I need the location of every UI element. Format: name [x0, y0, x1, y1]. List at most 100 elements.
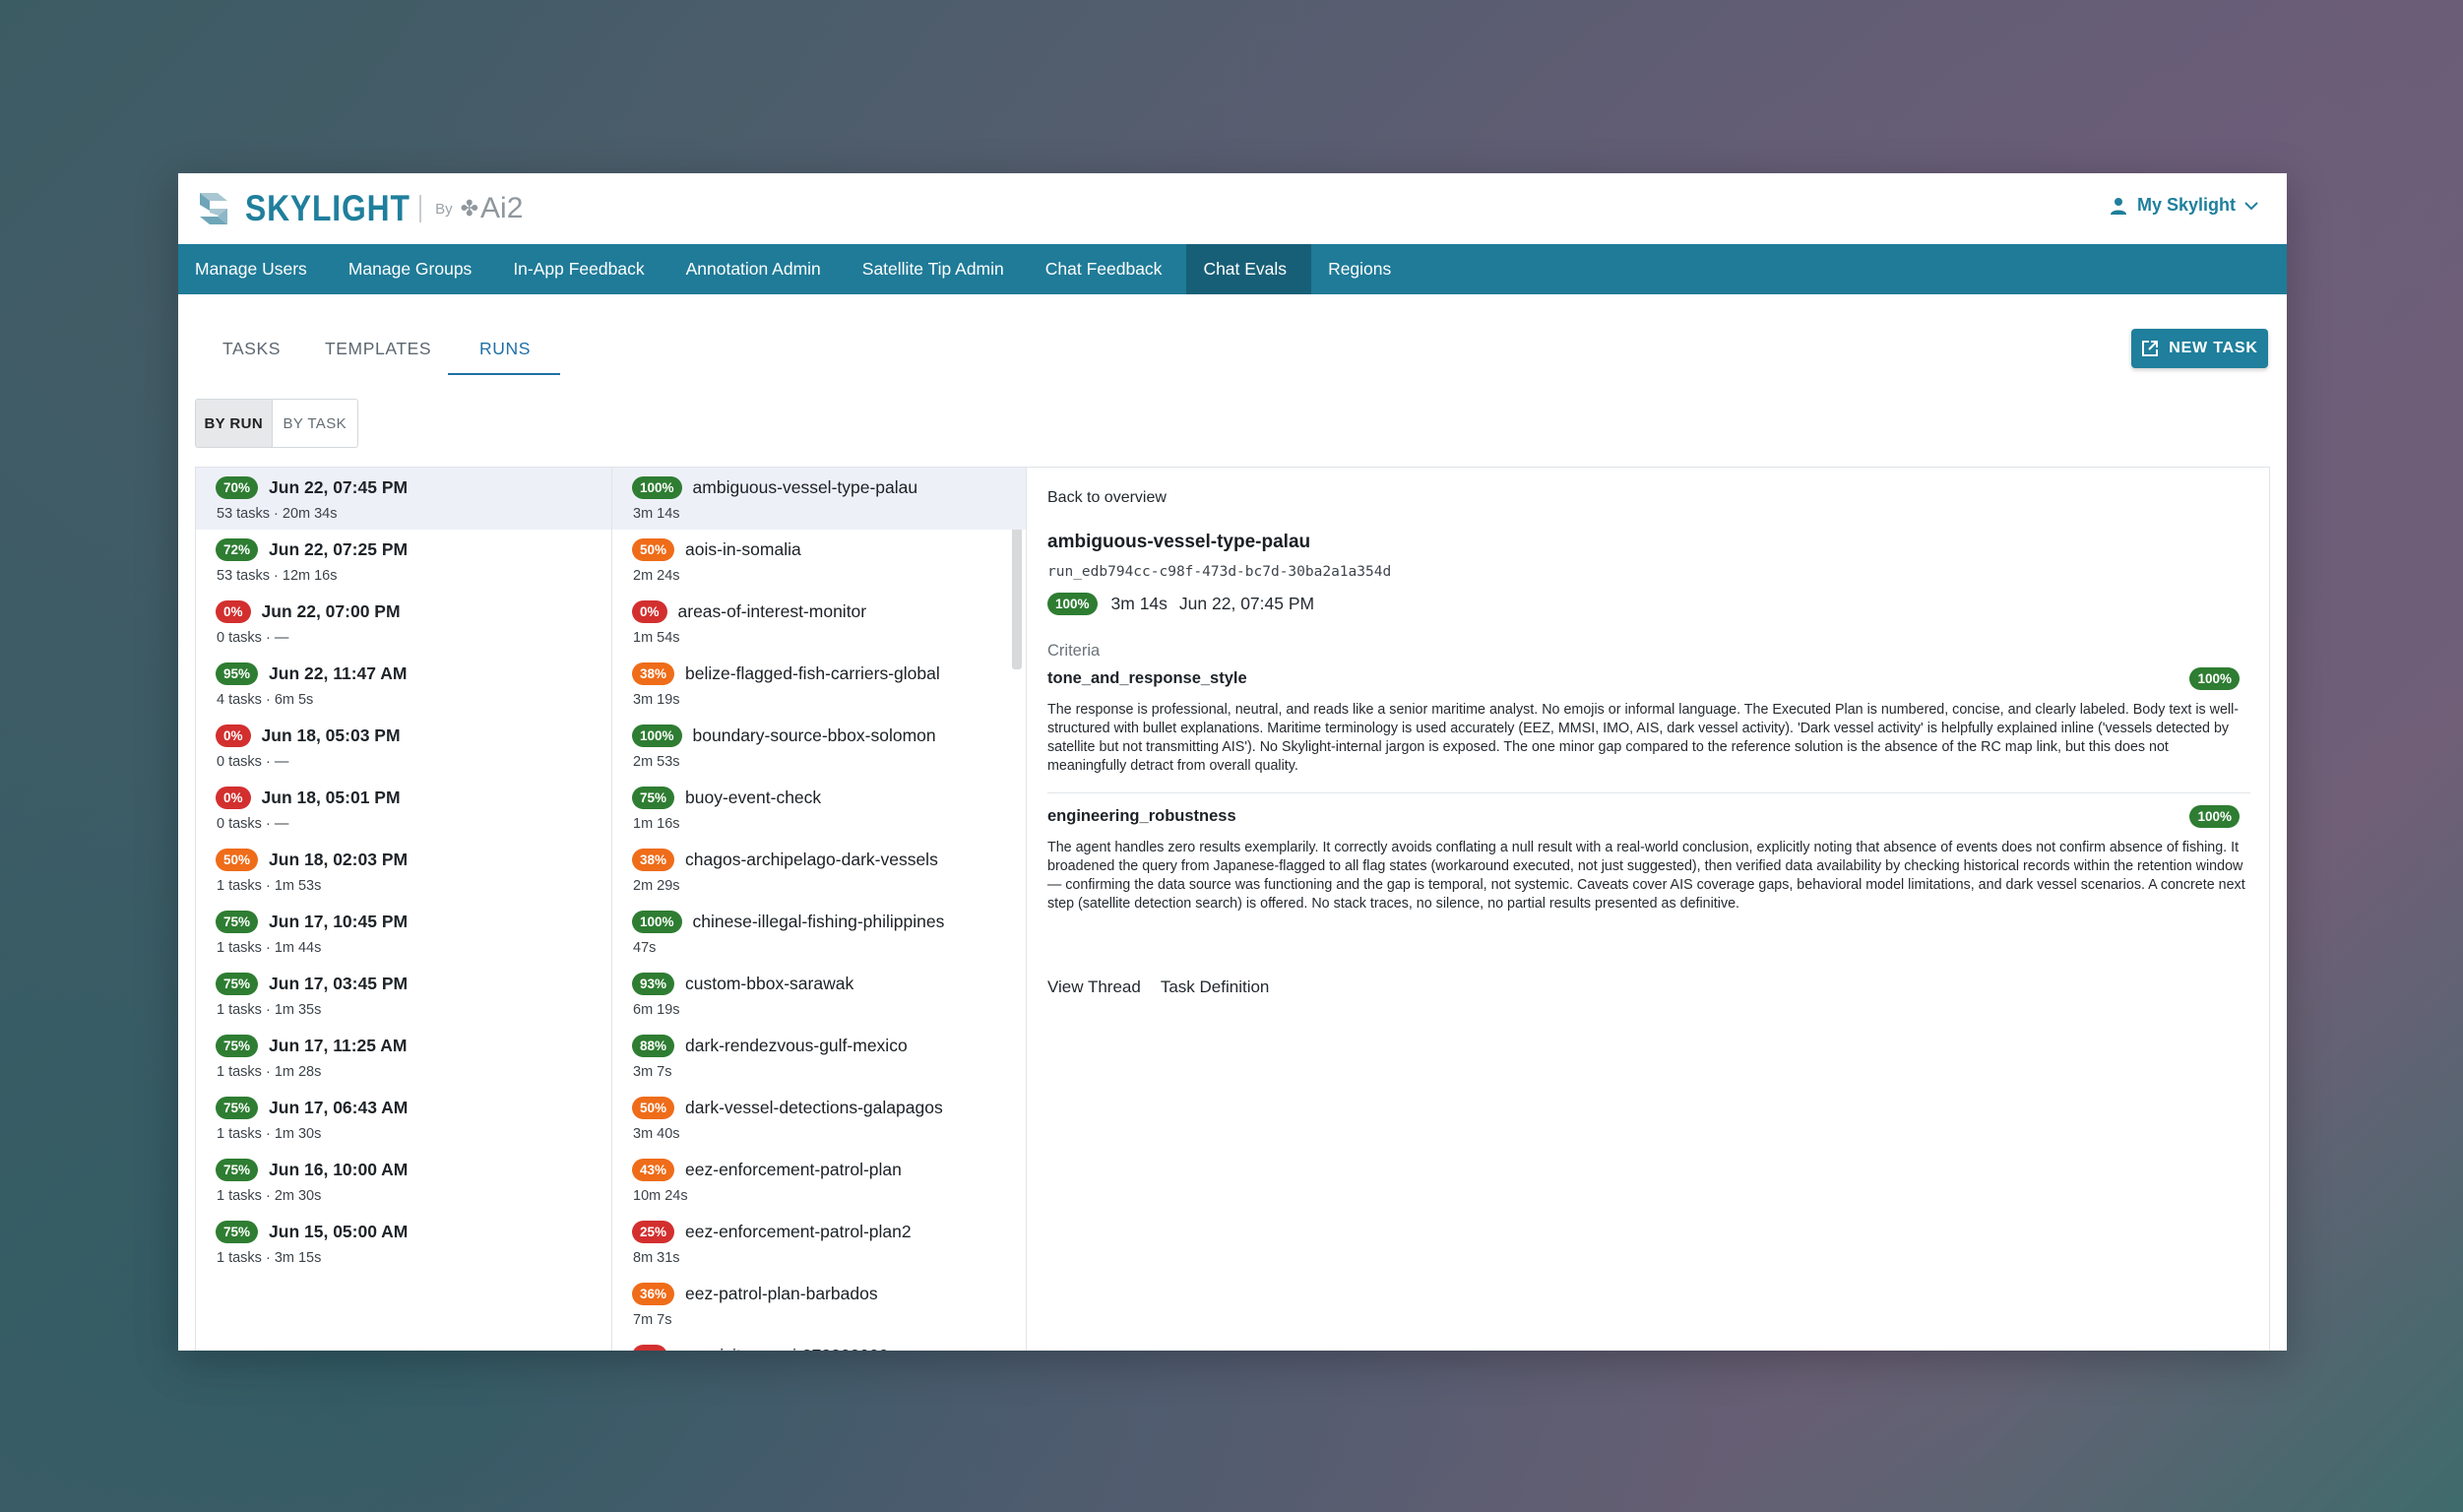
score-badge: 88% — [632, 1035, 675, 1057]
run-row[interactable]: 70% Jun 22, 07:45 PM 53 tasks · 20m 34s — [196, 468, 611, 530]
tab-runs[interactable]: RUNS — [479, 339, 531, 359]
run-date: Jun 16, 10:00 AM — [269, 1160, 409, 1179]
task-meta: 100% 3m 14s Jun 22, 07:45 PM — [1047, 593, 1314, 615]
task-result-row[interactable]: 100% ambiguous-vessel-type-palau 3m 14s — [612, 468, 1026, 530]
score-badge: 75% — [216, 973, 259, 995]
tab-templates[interactable]: TEMPLATES — [325, 339, 431, 359]
task-result-row[interactable]: 50% dark-vessel-detections-galapagos 3m 40… — [612, 1088, 1026, 1150]
score-badge: 70% — [216, 476, 259, 499]
score-badge: 93% — [632, 973, 675, 995]
score-badge: 0% — [632, 1345, 667, 1351]
task-duration: 3m 40s — [633, 1126, 680, 1142]
task-result-row[interactable]: 38% belize-flagged-fish-carriers-global 3m… — [612, 654, 1026, 716]
task-result-row[interactable]: 0% areas-of-interest-monitor 1m 54s — [612, 592, 1026, 654]
brand-divider — [419, 195, 422, 222]
partner-logo: ✤ Ai2 — [461, 192, 524, 225]
row-header: 75% Jun 17, 06:43 AM — [216, 1097, 408, 1119]
score-badge: 100% — [1047, 593, 1098, 615]
run-row[interactable]: 75% Jun 17, 06:43 AM 1 tasks · 1m 30s — [196, 1088, 611, 1150]
criterion-explanation: The agent handles zero results exemplari… — [1047, 840, 2245, 912]
score-badge: 75% — [216, 1159, 259, 1181]
criteria-heading: Criteria — [1047, 642, 1101, 660]
score-badge: 50% — [632, 538, 675, 561]
task-duration: 2m 29s — [633, 878, 680, 894]
user-icon — [2110, 197, 2126, 215]
run-row[interactable]: 95% Jun 22, 11:47 AM 4 tasks · 6m 5s — [196, 654, 611, 716]
run-row[interactable]: 75% Jun 15, 05:00 AM 1 tasks · 3m 15s — [196, 1212, 611, 1274]
run-meta: 0 tasks · — — [217, 754, 289, 770]
row-header: 0% Jun 18, 05:03 PM — [216, 724, 401, 747]
run-row[interactable]: 75% Jun 16, 10:00 AM 1 tasks · 2m 30s — [196, 1150, 611, 1212]
task-result-row[interactable]: 88% dark-rendezvous-gulf-mexico 3m 7s — [612, 1026, 1026, 1088]
score-badge: 100% — [632, 911, 682, 933]
task-definition-link[interactable]: Task Definition — [1161, 977, 1270, 997]
view-thread-link[interactable]: View Thread — [1047, 977, 1141, 997]
task-result-row[interactable]: 0% eez-visits-mmsi-373822000 — [612, 1336, 1026, 1351]
run-row[interactable]: 0% Jun 22, 07:00 PM 0 tasks · — — [196, 592, 611, 654]
task-name: eez-visits-mmsi-373822000 — [678, 1346, 889, 1351]
run-row[interactable]: 0% Jun 18, 05:01 PM 0 tasks · — — [196, 778, 611, 840]
nav-manage-users[interactable]: Manage Users — [178, 244, 332, 294]
by-task-toggle[interactable]: BY TASK — [273, 400, 357, 447]
row-header: 43% eez-enforcement-patrol-plan — [632, 1159, 902, 1181]
account-menu[interactable]: My Skylight — [2110, 195, 2259, 216]
task-result-row[interactable]: 38% chagos-archipelago-dark-vessels 2m 29s — [612, 840, 1026, 902]
task-result-row[interactable]: 36% eez-patrol-plan-barbados 7m 7s — [612, 1274, 1026, 1336]
task-result-row[interactable]: 50% aois-in-somalia 2m 24s — [612, 530, 1026, 592]
nav-regions[interactable]: Regions — [1311, 244, 1416, 294]
run-row[interactable]: 75% Jun 17, 03:45 PM 1 tasks · 1m 35s — [196, 964, 611, 1026]
run-date: Jun 17, 06:43 AM — [269, 1098, 409, 1117]
active-tab-indicator — [448, 373, 560, 375]
score-badge: 25% — [632, 1221, 675, 1243]
run-row[interactable]: 0% Jun 18, 05:03 PM 0 tasks · — — [196, 716, 611, 778]
score-badge: 50% — [632, 1097, 675, 1119]
task-result-row[interactable]: 93% custom-bbox-sarawak 6m 19s — [612, 964, 1026, 1026]
criterion-score-badge: 100% — [2189, 805, 2240, 828]
run-row[interactable]: 72% Jun 22, 07:25 PM 53 tasks · 12m 16s — [196, 530, 611, 592]
task-result-row[interactable]: 100% chinese-illegal-fishing-philippines 4… — [612, 902, 1026, 964]
criterion-score-badge: 100% — [2189, 667, 2240, 690]
task-result-row[interactable]: 100% boundary-source-bbox-solomon 2m 53s — [612, 716, 1026, 778]
task-title: ambiguous-vessel-type-palau — [1047, 532, 1311, 552]
nav-chat-feedback[interactable]: Chat Feedback — [1029, 244, 1187, 294]
task-detail-panel: Back to overview ambiguous-vessel-type-p… — [1027, 468, 2269, 1351]
score-badge: 75% — [216, 911, 259, 933]
by-label: By — [435, 200, 453, 218]
runs-list: 70% Jun 22, 07:45 PM 53 tasks · 20m 34s 72%… — [196, 468, 612, 1351]
nav-in-app-feedback[interactable]: In-App Feedback — [496, 244, 668, 294]
row-header: 75% Jun 17, 11:25 AM — [216, 1035, 407, 1057]
nav-manage-groups[interactable]: Manage Groups — [332, 244, 497, 294]
task-duration: 3m 14s — [1110, 594, 1168, 613]
task-name: belize-flagged-fish-carriers-global — [685, 663, 940, 683]
nav-chat-evals[interactable]: Chat Evals — [1186, 244, 1312, 294]
criterion-item: engineering_robustness 100% The agent ha… — [1047, 805, 2250, 914]
task-name: eez-patrol-plan-barbados — [685, 1284, 878, 1303]
run-meta: 1 tasks · 1m 53s — [217, 878, 322, 894]
run-date: Jun 18, 02:03 PM — [269, 850, 409, 869]
task-result-row[interactable]: 75% buoy-event-check 1m 16s — [612, 778, 1026, 840]
task-duration: 2m 24s — [633, 568, 680, 584]
run-row[interactable]: 75% Jun 17, 10:45 PM 1 tasks · 1m 44s — [196, 902, 611, 964]
run-meta: 1 tasks · 1m 28s — [217, 1064, 322, 1080]
run-date: Jun 15, 05:00 AM — [269, 1222, 409, 1241]
new-task-button[interactable]: NEW TASK — [2131, 329, 2268, 368]
run-row[interactable]: 75% Jun 17, 11:25 AM 1 tasks · 1m 28s — [196, 1026, 611, 1088]
task-name: dark-rendezvous-gulf-mexico — [685, 1036, 908, 1055]
score-badge: 0% — [216, 600, 251, 623]
task-duration: 1m 54s — [633, 630, 680, 646]
score-badge: 75% — [216, 1221, 259, 1243]
tab-tasks[interactable]: TASKS — [222, 339, 281, 359]
task-result-row[interactable]: 25% eez-enforcement-patrol-plan2 8m 31s — [612, 1212, 1026, 1274]
nav-satellite-tip-admin[interactable]: Satellite Tip Admin — [846, 244, 1029, 294]
score-badge: 75% — [216, 1035, 259, 1057]
criterion-item: tone_and_response_style 100% The respons… — [1047, 667, 2250, 776]
criterion-name: engineering_robustness — [1047, 807, 1236, 825]
run-meta: 1 tasks · 1m 30s — [217, 1126, 322, 1142]
nav-annotation-admin[interactable]: Annotation Admin — [669, 244, 846, 294]
row-header: 0% eez-visits-mmsi-373822000 — [632, 1345, 889, 1351]
back-to-overview-link[interactable]: Back to overview — [1047, 489, 1167, 507]
task-result-row[interactable]: 43% eez-enforcement-patrol-plan 10m 24s — [612, 1150, 1026, 1212]
by-run-toggle[interactable]: BY RUN — [196, 400, 273, 447]
run-row[interactable]: 50% Jun 18, 02:03 PM 1 tasks · 1m 53s — [196, 840, 611, 902]
task-duration: 3m 14s — [633, 506, 680, 522]
